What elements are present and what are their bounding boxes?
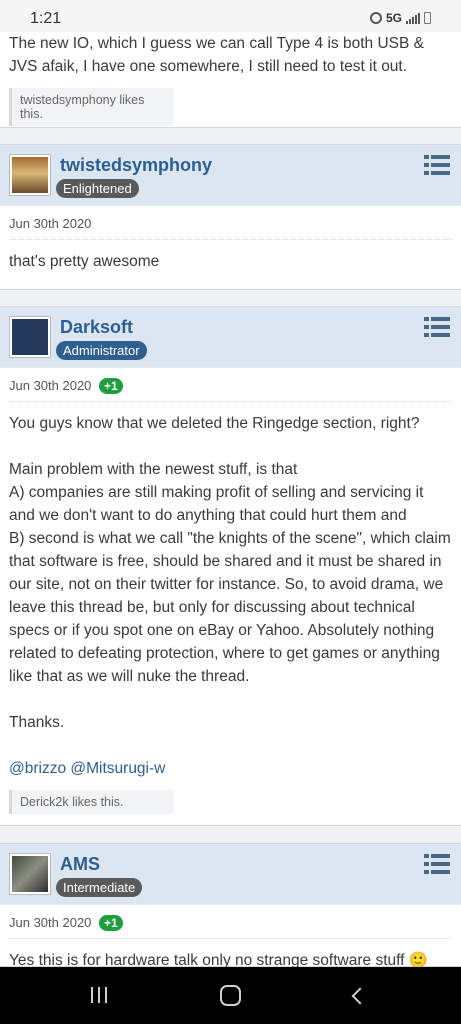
avatar[interactable] <box>9 154 51 196</box>
post-meta: Jun 30th 2020 +1 <box>9 368 452 402</box>
recent-apps-icon[interactable] <box>91 987 107 1003</box>
likes-summary[interactable]: twistedsymphony likes this. <box>9 88 174 126</box>
avatar-image <box>12 157 48 193</box>
post-text <box>9 734 452 757</box>
likes-text: Derick2k likes this. <box>20 795 124 809</box>
likes-summary[interactable]: Derick2k likes this. <box>9 790 174 814</box>
status-icons: 5G <box>369 11 431 25</box>
signal-icon <box>406 12 420 24</box>
avatar-image <box>12 856 48 892</box>
rank-badge: Administrator <box>56 341 147 360</box>
reaction-badge[interactable]: +1 <box>99 378 123 394</box>
post-text: The new IO, which I guess we can call Ty… <box>9 35 424 75</box>
back-icon[interactable] <box>351 987 369 1005</box>
menu-icon[interactable] <box>424 317 450 337</box>
username[interactable]: AMS <box>60 854 100 875</box>
post-header: AMS Intermediate <box>0 844 461 905</box>
post-meta: Jun 30th 2020 <box>9 206 452 240</box>
post-meta: Jun 30th 2020 +1 <box>9 905 452 939</box>
home-icon[interactable] <box>220 985 241 1006</box>
post-header: Darksoft Administrator <box>0 307 461 368</box>
post-text: A) companies are still making profit of … <box>9 484 424 524</box>
post-text: B) second is what we call "the knights o… <box>9 530 451 685</box>
rank-badge: Intermediate <box>56 878 143 897</box>
post-text: You guys know that we deleted the Ringed… <box>9 415 420 432</box>
post: The new IO, which I guess we can call Ty… <box>0 32 461 128</box>
system-nav-bar <box>0 967 461 1024</box>
status-time: 1:21 <box>30 10 62 27</box>
rank-badge: Enlightened <box>56 179 139 198</box>
post: Darksoft Administrator Jun 30th 2020 +1 … <box>0 306 461 826</box>
post-body: You guys know that we deleted the Ringed… <box>0 402 461 790</box>
menu-icon[interactable] <box>424 155 450 175</box>
post-text <box>9 435 452 458</box>
post-header: twistedsymphony Enlightened <box>0 145 461 206</box>
post: AMS Intermediate Jun 30th 2020 +1 Yes th… <box>0 843 461 969</box>
username[interactable]: Darksoft <box>60 317 133 338</box>
alarm-icon <box>369 12 382 24</box>
post: twistedsymphony Enlightened Jun 30th 202… <box>0 144 461 290</box>
post-text: that's pretty awesome <box>9 253 160 270</box>
avatar[interactable] <box>9 853 51 895</box>
status-bar: 1:21 5G <box>0 0 461 32</box>
post-date[interactable]: Jun 30th 2020 <box>9 378 91 393</box>
network-label: 5G <box>385 11 402 25</box>
avatar-image <box>12 319 48 355</box>
post-date[interactable]: Jun 30th 2020 <box>9 216 91 231</box>
post-text: Thanks. <box>9 714 65 731</box>
likes-text: twistedsymphony likes this. <box>20 93 145 121</box>
post-body: that's pretty awesome <box>0 240 461 283</box>
avatar[interactable] <box>9 316 51 358</box>
post-date[interactable]: Jun 30th 2020 <box>9 915 91 930</box>
post-text: Main problem with the newest stuff, is t… <box>9 461 298 478</box>
username[interactable]: twistedsymphony <box>60 155 212 176</box>
battery-icon <box>424 12 431 24</box>
reaction-badge[interactable]: +1 <box>99 915 123 931</box>
menu-icon[interactable] <box>424 854 450 874</box>
post-body: The new IO, which I guess we can call Ty… <box>0 32 461 88</box>
post-text <box>9 688 452 711</box>
mentions-link[interactable]: @brizzo @Mitsurugi-w <box>9 757 452 780</box>
